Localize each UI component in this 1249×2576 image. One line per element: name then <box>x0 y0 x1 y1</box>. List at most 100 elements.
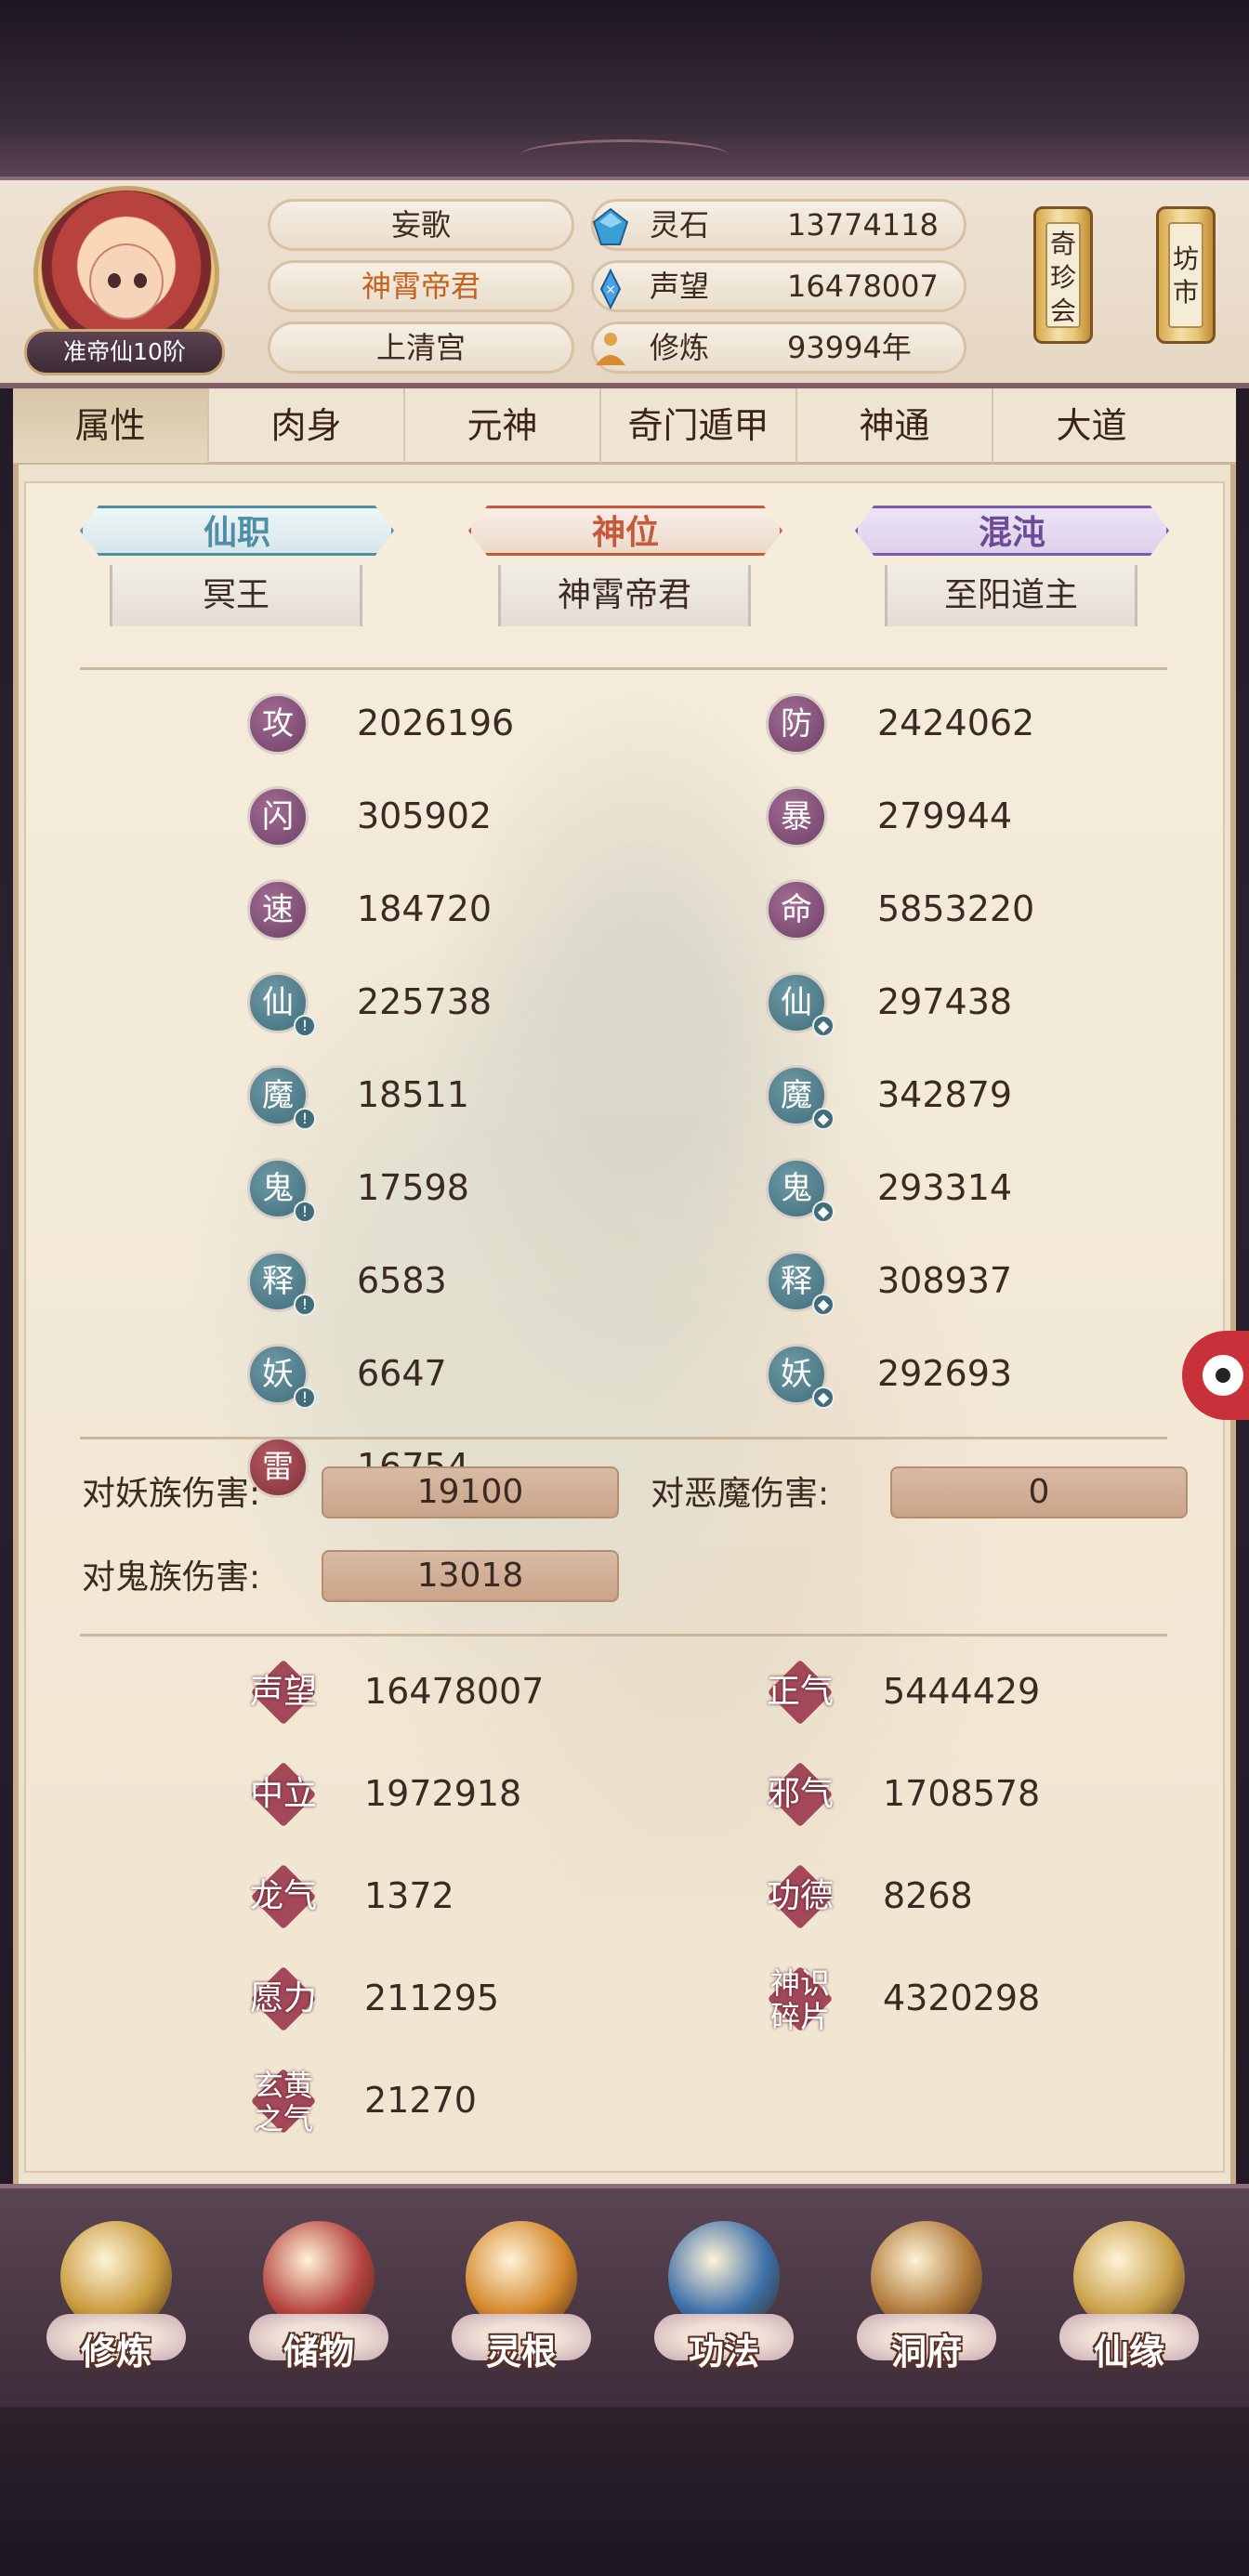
extra-stat-value: 16478007 <box>364 1671 545 1712</box>
nav-spirit-root[interactable]: 灵根 <box>442 2212 600 2398</box>
tab-soul[interactable]: 元神 <box>405 388 601 463</box>
extra-stat-label: 龙气 <box>249 1877 317 1915</box>
svg-text:×: × <box>605 283 616 297</box>
nav-label: 修炼 <box>80 2332 151 2372</box>
title-immortal-post: 仙职 冥王 <box>61 500 413 626</box>
reputation-crystal-icon: × <box>599 269 622 309</box>
extra-stat-badge: 声望 <box>250 1659 317 1726</box>
nav-label: 灵根 <box>485 2332 557 2372</box>
resource-label: 修炼 <box>650 330 710 365</box>
extra-stat-label: 神识碎片 <box>769 1965 830 2034</box>
nav-technique-book[interactable]: 功法 <box>645 2212 803 2398</box>
market-button[interactable]: 坊市 <box>1156 206 1216 344</box>
extra-stat-badge: 龙气 <box>250 1863 317 1930</box>
extra-stat-value: 21270 <box>364 2080 477 2121</box>
tab-dao[interactable]: 大道 <box>993 388 1190 463</box>
damage-label-ghost-race: 对鬼族伤害: <box>82 1558 261 1597</box>
extra-stat-badge: 神识碎片 <box>767 1965 834 2034</box>
stat-mark-icon: ◆ <box>812 1015 835 1037</box>
top-decoration <box>0 0 1249 177</box>
extra-stat-value: 1372 <box>364 1875 454 1916</box>
resource-spirit-stone: 灵石 13774118 <box>591 199 966 251</box>
title-value: 神霄帝君 <box>498 565 751 626</box>
nav-fortune-gourd[interactable]: 仙缘 <box>1050 2212 1208 2398</box>
extra-stat-label: 玄黄之气 <box>253 2068 313 2136</box>
stat-mark-icon: ! <box>294 1294 316 1316</box>
resource-label: 灵石 <box>650 207 710 243</box>
stat-value: 297438 <box>877 981 1013 1022</box>
divider <box>80 667 1167 670</box>
player-title: 神霄帝君 <box>268 260 574 312</box>
extra-stat-value: 211295 <box>364 1978 500 2018</box>
nav-label: 储物 <box>283 2332 354 2372</box>
extra-stat-badge: 玄黄之气 <box>250 2068 317 2136</box>
divider <box>80 1437 1167 1439</box>
stat-mark-icon: ◆ <box>812 1108 835 1130</box>
bottom-decoration <box>0 2407 1249 2576</box>
damage-label-devil: 对恶魔伤害: <box>651 1475 830 1513</box>
title-divine-rank: 神位 神霄帝君 <box>450 500 801 626</box>
avatar-face <box>89 243 164 320</box>
nav-storage-bag[interactable]: 储物 <box>240 2212 398 2398</box>
nav-label: 功法 <box>688 2332 759 2372</box>
ornament <box>520 139 729 171</box>
stat-mark-icon: ◆ <box>812 1294 835 1316</box>
damage-value-devil: 0 <box>890 1466 1188 1518</box>
extra-stat-value: 5444429 <box>883 1671 1041 1712</box>
tab-abilities[interactable]: 神通 <box>797 388 993 463</box>
extra-stat-value: 8268 <box>883 1875 973 1916</box>
treasure-auction-button[interactable]: 奇珍会 <box>1033 206 1093 344</box>
tab-bar: 属性 肉身 元神 奇门遁甲 神通 大道 <box>13 388 1236 465</box>
resource-cultivation: 修炼 93994年 <box>591 322 966 374</box>
tab-attributes[interactable]: 属性 <box>13 388 209 463</box>
avatar-eye <box>108 273 121 288</box>
nav-cave-dwelling[interactable]: 洞府 <box>848 2212 1006 2398</box>
stat-mark-icon: ! <box>294 1387 316 1409</box>
tab-body[interactable]: 肉身 <box>209 388 405 463</box>
divider <box>80 1634 1167 1636</box>
extra-stat-label: 中立 <box>249 1775 317 1813</box>
title-value: 冥王 <box>110 565 362 626</box>
extra-stat-value: 4320298 <box>883 1978 1041 2018</box>
extra-stat-label: 声望 <box>249 1673 317 1711</box>
stat-value: 17598 <box>357 1167 469 1208</box>
resource-value: 13774118 <box>787 207 939 243</box>
damage-value-ghost-race: 13018 <box>322 1550 619 1602</box>
banner-label: 神位 <box>468 506 782 556</box>
scroll-label: 奇珍会 <box>1045 222 1081 328</box>
extra-stat-label: 功德 <box>766 1877 834 1915</box>
stat-value: 18511 <box>357 1074 469 1115</box>
stat-value: 184720 <box>357 888 493 929</box>
meditation-icon <box>596 333 625 365</box>
stat-value: 2026196 <box>357 703 515 743</box>
stat-value: 5853220 <box>877 888 1035 929</box>
tab-qimen[interactable]: 奇门遁甲 <box>601 388 797 463</box>
stat-value: 342879 <box>877 1074 1013 1115</box>
stat-value: 279944 <box>877 795 1013 836</box>
stat-badge-left: 闪 <box>247 786 309 848</box>
stat-value: 308937 <box>877 1260 1013 1301</box>
banner-label: 混沌 <box>855 506 1169 556</box>
banner-label: 仙职 <box>80 506 394 556</box>
resource-reputation: × 声望 16478007 <box>591 260 966 312</box>
nav-cultivation[interactable]: 修炼 <box>37 2212 195 2398</box>
stat-mark-icon: ! <box>294 1108 316 1130</box>
stat-badge-right: 命 <box>766 879 827 940</box>
extra-stat-value: 1972918 <box>364 1773 522 1814</box>
stat-badge-right: 防 <box>766 693 827 755</box>
extra-stat-label: 正气 <box>766 1673 834 1711</box>
extra-stat-label: 愿力 <box>249 1979 317 2017</box>
extra-stat-badge: 中立 <box>250 1761 317 1828</box>
player-name: 妄歌 <box>268 199 574 251</box>
extra-stat-badge: 愿力 <box>250 1965 317 2032</box>
stat-mark-icon: ! <box>294 1201 316 1223</box>
nav-label: 洞府 <box>890 2332 962 2372</box>
eye-pupil <box>1216 1368 1230 1383</box>
stat-value: 305902 <box>357 795 493 836</box>
extra-stat-label: 邪气 <box>766 1775 834 1813</box>
stat-badge-right: 暴 <box>766 786 827 848</box>
resource-label: 声望 <box>650 269 710 304</box>
stat-badge-left: 攻 <box>247 693 309 755</box>
avatar-eye <box>134 273 147 288</box>
resource-value: 93994年 <box>787 330 912 365</box>
